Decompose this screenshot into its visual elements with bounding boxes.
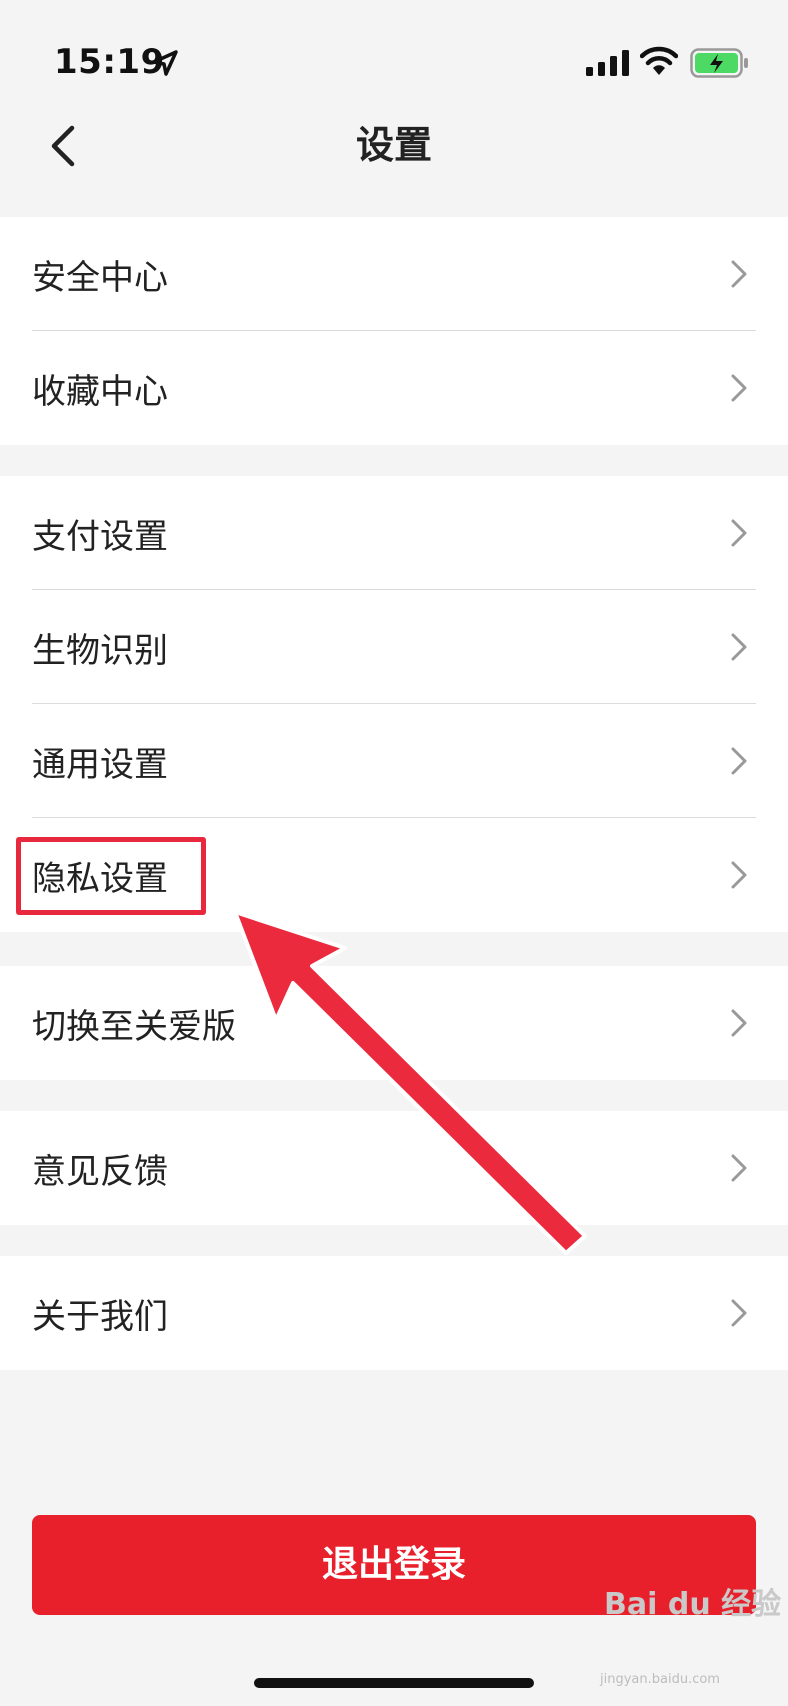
settings-group-account: 安全中心 收藏中心 <box>0 217 788 445</box>
settings-item-about-us[interactable]: 关于我们 <box>0 1256 788 1370</box>
chevron-right-icon <box>731 1009 747 1037</box>
location-arrow-icon <box>152 50 178 76</box>
settings-item-payment-settings[interactable]: 支付设置 <box>0 476 788 590</box>
settings-group-feedback: 意见反馈 <box>0 1111 788 1225</box>
annotation-highlight-box <box>16 837 206 915</box>
settings-item-favorites-center[interactable]: 收藏中心 <box>0 331 788 445</box>
settings-item-feedback[interactable]: 意见反馈 <box>0 1111 788 1225</box>
chevron-right-icon <box>731 519 747 547</box>
status-time: 15:19 <box>54 42 165 82</box>
settings-item-switch-care-mode[interactable]: 切换至关爱版 <box>0 966 788 1080</box>
wifi-icon <box>640 46 678 75</box>
navigation-bar: 设置 <box>0 100 788 210</box>
settings-group-mode: 切换至关爱版 <box>0 966 788 1080</box>
settings-item-label: 支付设置 <box>32 517 168 557</box>
chevron-right-icon <box>731 861 747 889</box>
chevron-right-icon <box>731 633 747 661</box>
settings-item-label: 收藏中心 <box>32 372 168 412</box>
chevron-right-icon <box>731 374 747 402</box>
page-title: 设置 <box>355 123 432 167</box>
battery-charging-icon <box>690 48 748 78</box>
status-bar: 15:19 <box>0 0 788 110</box>
settings-item-label: 关于我们 <box>32 1297 168 1337</box>
chevron-right-icon <box>731 1154 747 1182</box>
settings-item-label: 安全中心 <box>32 258 168 298</box>
settings-item-general-settings[interactable]: 通用设置 <box>0 704 788 818</box>
settings-group-about: 关于我们 <box>0 1256 788 1370</box>
settings-item-biometrics[interactable]: 生物识别 <box>0 590 788 704</box>
settings-item-label: 切换至关爱版 <box>32 1007 236 1047</box>
settings-item-security-center[interactable]: 安全中心 <box>0 217 788 331</box>
watermark-text: Bai du 经验 <box>604 1587 782 1622</box>
chevron-right-icon <box>731 260 747 288</box>
home-indicator[interactable] <box>254 1678 534 1688</box>
chevron-right-icon <box>731 1299 747 1327</box>
settings-item-label: 意见反馈 <box>32 1152 168 1192</box>
chevron-right-icon <box>731 747 747 775</box>
settings-item-label: 通用设置 <box>32 745 168 785</box>
settings-item-label: 生物识别 <box>32 631 168 671</box>
watermark-url: jingyan.baidu.com <box>600 1672 720 1687</box>
cellular-signal-icon <box>586 50 629 76</box>
watermark-logo: Bai du 经验 <box>604 1590 781 1620</box>
